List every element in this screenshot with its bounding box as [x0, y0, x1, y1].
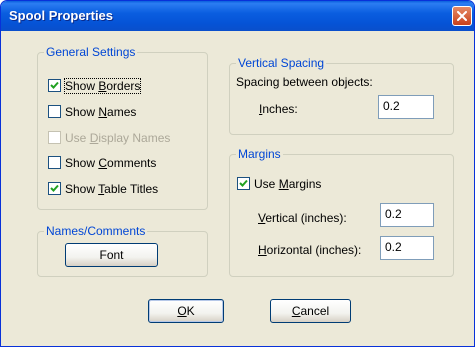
vertical-inches-input[interactable]: 0.2	[380, 203, 434, 227]
font-button[interactable]: Font	[65, 243, 158, 267]
margins-legend: Margins	[236, 147, 283, 161]
use-margins-label[interactable]: Use Margins	[254, 177, 321, 191]
checkmark-icon	[239, 179, 248, 187]
show-table-titles-label[interactable]: Show Table Titles	[65, 182, 158, 196]
show-comments-label[interactable]: Show Comments	[65, 156, 156, 170]
checkmark-icon	[50, 81, 59, 89]
names-comments-legend: Names/Comments	[44, 224, 148, 238]
show-comments-checkbox[interactable]	[48, 156, 61, 169]
vertical-inches-label: Vertical (inches):	[258, 211, 347, 225]
show-borders-checkbox[interactable]	[48, 79, 61, 92]
use-display-names-checkbox	[48, 131, 61, 144]
vertical-spacing-legend: Vertical Spacing	[236, 56, 327, 70]
spacing-description: Spacing between objects:	[236, 75, 373, 89]
inches-label: Inches:	[259, 102, 298, 116]
title-bar[interactable]: Spool Properties	[1, 1, 474, 31]
use-margins-checkbox[interactable]	[237, 177, 250, 190]
ok-button[interactable]: OK	[148, 299, 224, 323]
dialog-window: Spool Properties General Settings Show B…	[0, 0, 475, 347]
inches-input[interactable]: 0.2	[378, 95, 434, 119]
show-table-titles-checkbox[interactable]	[48, 182, 61, 195]
ok-label: OK	[177, 304, 195, 318]
close-button[interactable]	[452, 6, 472, 26]
show-borders-label[interactable]: Show Borders	[63, 78, 142, 94]
horizontal-inches-label: Horizontal (inches):	[258, 243, 362, 257]
horizontal-inches-input[interactable]: 0.2	[380, 236, 434, 260]
use-display-names-label: Use Display Names	[65, 131, 171, 145]
checkmark-icon	[50, 184, 59, 192]
general-settings-legend: General Settings	[44, 45, 138, 59]
close-icon	[457, 11, 467, 21]
show-names-label[interactable]: Show Names	[65, 105, 136, 119]
window-title: Spool Properties	[9, 8, 114, 23]
cancel-button[interactable]: Cancel	[270, 299, 351, 323]
show-names-checkbox[interactable]	[48, 105, 61, 118]
cancel-label: Cancel	[291, 304, 330, 318]
